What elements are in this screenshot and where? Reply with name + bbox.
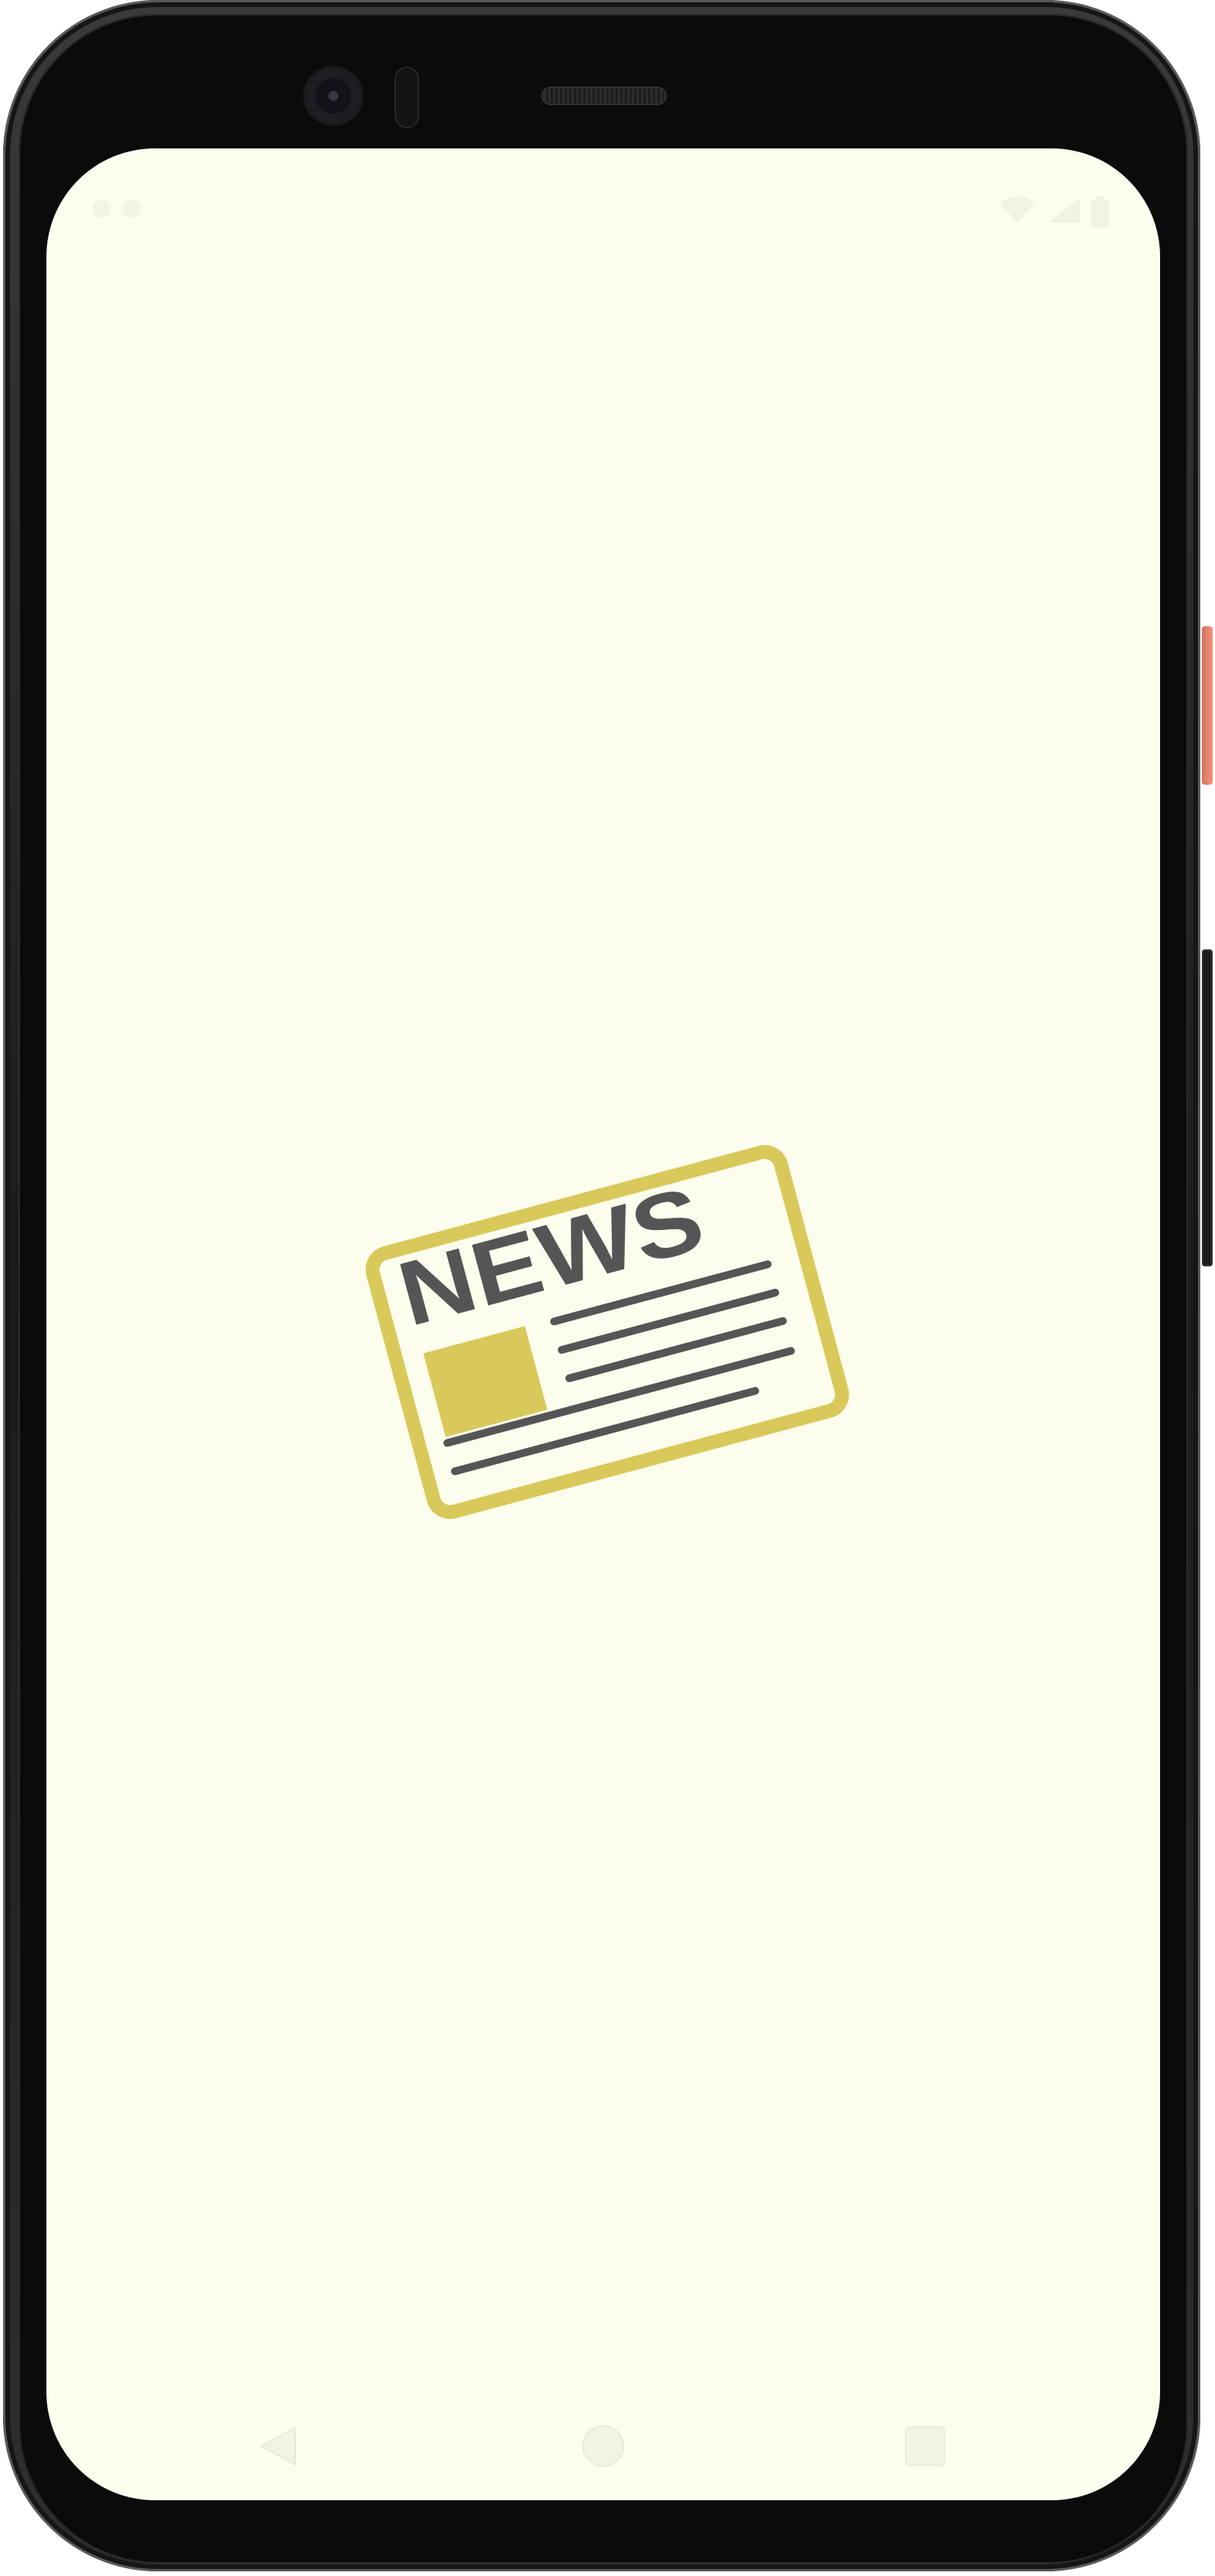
app-screen: NEWS	[46, 148, 1160, 2500]
recents-icon[interactable]	[903, 2424, 947, 2468]
proximity-sensor	[394, 66, 419, 128]
signal-icon	[1049, 198, 1080, 223]
volume-rocker[interactable]	[1202, 949, 1213, 1266]
battery-icon	[1090, 196, 1109, 227]
status-notifications	[93, 199, 186, 218]
power-button[interactable]	[1202, 626, 1213, 785]
phone-device-frame: NEWS	[0, 0, 1215, 2576]
notification-dot-icon	[122, 199, 141, 218]
status-icons	[998, 196, 1129, 227]
news-logo: NEWS	[365, 1145, 849, 1519]
front-camera	[305, 68, 361, 124]
back-icon[interactable]	[255, 2423, 302, 2469]
navigation-bar	[46, 2377, 1160, 2500]
home-icon[interactable]	[580, 2423, 626, 2469]
earpiece-speaker	[541, 87, 667, 105]
newspaper-icon: NEWS	[365, 1145, 849, 1519]
status-bar	[46, 148, 1160, 227]
notification-dot-icon	[93, 199, 111, 218]
wifi-icon	[999, 196, 1035, 223]
